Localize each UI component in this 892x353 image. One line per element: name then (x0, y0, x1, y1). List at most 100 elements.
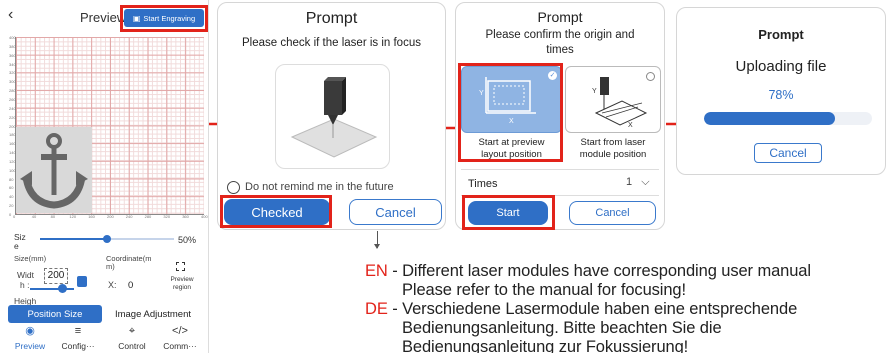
size-percent: 50% (178, 235, 197, 245)
laser-focus-image (275, 64, 390, 169)
y-tick-label: 200 (9, 123, 16, 129)
y-tick-label: 180 (9, 132, 16, 138)
upload-progress-bar (704, 112, 872, 125)
nav-control-label: Control (118, 341, 146, 351)
start-engraving-highlight (120, 5, 208, 32)
back-icon[interactable]: ‹ (8, 6, 13, 24)
y-tick-label: 80 (9, 176, 14, 182)
crosshair-icon: ⌖ (128, 325, 136, 337)
y-tick-label: 40 (9, 194, 14, 200)
connector-arrowhead (374, 244, 380, 249)
progress-text: 78% (768, 88, 794, 102)
x-tick-label: 360 (182, 214, 189, 219)
note-de-line1: DE - Verschiedene Lasermodule haben eine… (365, 300, 797, 319)
preview-region-icon[interactable] (176, 262, 185, 271)
option-laser-module[interactable]: Y X (565, 66, 661, 133)
remind-checkbox-label[interactable]: Do not remind me in the future (245, 181, 394, 193)
y-tick-label: 280 (9, 88, 16, 94)
en-code: EN (365, 262, 388, 280)
remind-checkbox[interactable] (227, 181, 240, 194)
size-mm-label: Size(mm) (14, 254, 47, 263)
y-tick-label: 380 (9, 43, 16, 49)
y-tick-label: 220 (9, 114, 16, 120)
dialog-message-2: times (546, 44, 574, 56)
tab-position-size[interactable]: Position Size (8, 305, 102, 323)
cancel-button[interactable]: Cancel (349, 199, 442, 225)
preview-option-highlight (458, 63, 563, 162)
times-select[interactable]: 1 ⌵ (626, 176, 650, 189)
eye-icon: ◉ (25, 325, 35, 337)
svg-text:Y: Y (592, 88, 597, 95)
width-label: Widt (17, 270, 34, 280)
upload-progress-fill (704, 112, 836, 125)
upload-prompt-dialog: Prompt Uploading file 78% Cancel (676, 7, 886, 175)
sliders-icon: ≡ (74, 325, 82, 337)
option2-caption-2: module position (579, 149, 647, 160)
dialog-message: Please check if the laser is in focus (242, 37, 421, 49)
y-tick-label: 20 (9, 203, 14, 209)
unselected-radio-icon (646, 72, 655, 81)
option2-caption-1: Start from laser (580, 137, 646, 148)
y-tick-label: 300 (9, 79, 16, 85)
times-value: 1 (626, 176, 633, 188)
nav-comm-label: Comm··· (163, 341, 197, 351)
x-tick-label: 160 (88, 214, 95, 219)
de-code: DE (365, 300, 388, 318)
note-de-line3: Bedienungsanleitung zur Fokussierung! (402, 338, 689, 353)
note-de-line2: Bedienungsanleitung. Bitte beachten Sie … (402, 319, 722, 337)
chevron-down-icon: ⌵ (641, 176, 650, 188)
x-input[interactable]: 0 (128, 280, 133, 291)
dialog-title: Prompt (305, 10, 358, 27)
size-slider-fill (40, 238, 107, 240)
nav-comm[interactable]: </> Comm··· (158, 325, 202, 351)
nav-config-label: Config··· (61, 341, 95, 351)
divider (461, 169, 659, 170)
start-button-highlight (462, 195, 555, 230)
x-tick-label: 0 (13, 214, 16, 219)
nav-preview[interactable]: ◉ Preview (8, 325, 52, 351)
preview-screen: ‹ Preview ▣ Start Engraving 400 380 360 340… (0, 0, 209, 353)
y-tick-label: 400 (9, 35, 16, 40)
nav-config[interactable]: ≡ Config··· (56, 325, 100, 351)
de-text-1: - Verschiedene Lasermodule haben eine en… (387, 300, 798, 318)
dialog-title: Prompt (537, 9, 583, 25)
x-tick-label: 400 (201, 214, 208, 219)
x-tick-label: 80 (50, 214, 56, 219)
dialog-title: Prompt (758, 27, 804, 42)
times-label: Times (468, 178, 498, 190)
svg-text:X: X (628, 122, 633, 129)
width-slider-line (30, 288, 74, 290)
language-notes: EN - Different laser modules have corres… (365, 262, 892, 353)
x-tick-label: 320 (163, 214, 171, 219)
width-input[interactable]: 200 (44, 268, 68, 284)
x-tick-label: 280 (144, 214, 152, 219)
y-tick-label: 240 (9, 105, 16, 111)
coordinate-label-wrap: m) (106, 262, 115, 271)
x-tick-label: 40 (31, 214, 37, 219)
lock-icon[interactable] (77, 276, 87, 287)
x-tick-label: 120 (69, 214, 77, 219)
size-label-wrap: e (14, 241, 19, 251)
size-slider[interactable] (40, 235, 174, 243)
y-tick-label: 360 (9, 52, 16, 58)
y-tick-label: 160 (9, 141, 16, 147)
x-tick-label: 240 (125, 214, 133, 219)
y-tick-label: 260 (9, 96, 16, 102)
nav-preview-label: Preview (14, 341, 46, 351)
y-tick-label: 60 (9, 185, 14, 191)
cancel-button[interactable]: Cancel (569, 201, 656, 225)
nav-control[interactable]: ⌖ Control (110, 325, 154, 351)
size-slider-knob[interactable] (103, 235, 111, 243)
y-tick-label: 340 (9, 61, 16, 67)
tab-image-adjustment[interactable]: Image Adjustment (104, 305, 202, 323)
dialog-message-1: Please confirm the origin and (485, 29, 635, 41)
note-en-line1: EN - Different laser modules have corres… (365, 262, 811, 281)
code-icon: </> (172, 325, 188, 337)
cancel-button[interactable]: Cancel (754, 143, 822, 163)
preview-region-label[interactable]: Preview region (166, 276, 198, 292)
anchor-image[interactable] (16, 127, 92, 213)
en-text-1: - Different laser modules have correspon… (387, 262, 811, 280)
y-tick-label: 100 (9, 167, 16, 173)
upload-message: Uploading file (735, 58, 827, 75)
y-tick-label: 320 (9, 70, 16, 76)
